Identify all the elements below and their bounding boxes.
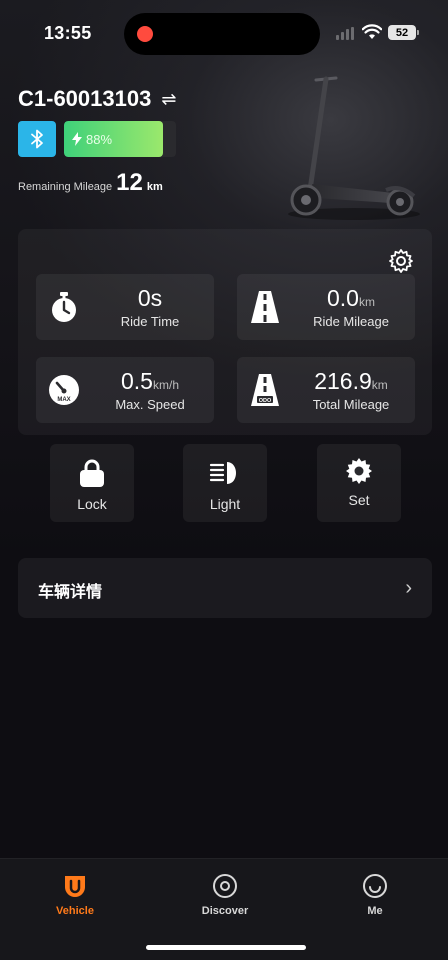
stat-ride-time: 0s Ride Time [36, 274, 214, 340]
bluetooth-status[interactable] [18, 121, 56, 157]
stat-value: 216.9 [314, 368, 372, 394]
chevron-right-icon: › [405, 577, 412, 599]
odometer-icon-text: ODO [259, 398, 272, 404]
status-time: 13:55 [44, 23, 92, 43]
cellular-signal-icon [336, 27, 354, 40]
settings-gear-icon[interactable] [388, 248, 414, 274]
road-odometer-icon: ODO [249, 373, 281, 407]
battery-indicator: 52 [388, 25, 419, 40]
tab-label: Me [367, 905, 383, 917]
stat-unit: km/h [152, 378, 179, 392]
speedometer-icon-text: MAX [57, 397, 70, 403]
stat-label: Total Mileage [312, 397, 390, 412]
battery-percent: 88% [86, 131, 113, 147]
lock-icon [50, 458, 134, 488]
road-icon [249, 290, 281, 324]
remaining-mileage-value: 12 [116, 169, 143, 196]
tab-me[interactable]: Me [320, 869, 430, 929]
stat-value: 0.0 [327, 285, 359, 311]
stopwatch-icon [48, 290, 80, 324]
stat-value: 0s [137, 285, 163, 311]
recording-indicator [137, 26, 153, 42]
stat-ride-mileage: 0.0km Ride Mileage [237, 274, 415, 340]
tab-discover[interactable]: Discover [170, 869, 280, 929]
stat-total-mileage: ODO 216.9km Total Mileage [237, 357, 415, 423]
tab-vehicle[interactable]: Vehicle [20, 869, 130, 929]
remaining-mileage: Remaining Mileage 12 km [18, 169, 163, 197]
gear-icon [317, 456, 401, 486]
stat-label: Ride Mileage [313, 314, 389, 329]
stat-label: Ride Time [120, 314, 180, 329]
swap-icon[interactable]: ⇌ [161, 89, 176, 110]
scooter-image [288, 76, 420, 220]
lock-label: Lock [77, 496, 107, 512]
set-label: Set [348, 492, 370, 508]
battery-bar: 88% [64, 121, 176, 157]
battery-level: 52 [395, 26, 409, 39]
bluetooth-icon [31, 129, 43, 149]
smile-icon [320, 873, 430, 901]
vehicle-details-row[interactable]: 车辆详情 › [18, 558, 432, 618]
stat-max-speed: MAX 0.5km/h Max. Speed [36, 357, 214, 423]
speedometer-icon: MAX [48, 373, 80, 407]
discover-icon [170, 873, 280, 901]
remaining-mileage-unit: km [146, 181, 163, 193]
light-label: Light [209, 496, 241, 512]
status-bar: 13:55 52 [0, 0, 448, 64]
wifi-icon [362, 24, 382, 39]
device-id: C1-60013103 [18, 86, 152, 111]
lightning-icon [72, 132, 82, 146]
stat-unit: km [371, 378, 388, 392]
vehicle-details-label: 车辆详情 [38, 584, 103, 601]
light-button[interactable]: Light [183, 444, 267, 522]
home-indicator[interactable] [146, 945, 306, 950]
set-button[interactable]: Set [317, 444, 401, 522]
remaining-mileage-label: Remaining Mileage [18, 181, 113, 193]
dynamic-island [124, 13, 320, 55]
device-selector[interactable]: C1-60013103 ⇌ [18, 86, 176, 112]
battery-label: 88% [72, 121, 112, 157]
stat-value: 0.5 [121, 368, 153, 394]
tab-label: Discover [201, 905, 249, 917]
vehicle-icon [20, 873, 130, 901]
headlight-icon [183, 458, 267, 488]
tab-label: Vehicle [56, 905, 94, 917]
lock-button[interactable]: Lock [50, 444, 134, 522]
stat-unit: km [358, 295, 375, 309]
stat-label: Max. Speed [115, 397, 185, 412]
